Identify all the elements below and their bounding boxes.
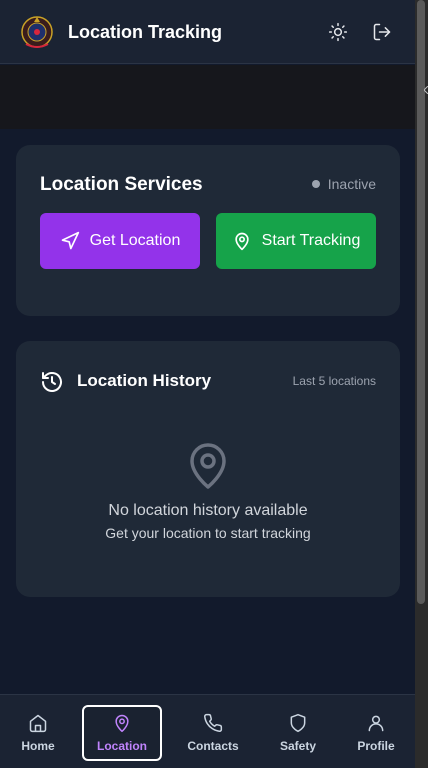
nav-item-home[interactable]: Home <box>0 705 78 761</box>
theme-toggle-button[interactable] <box>326 20 350 44</box>
nav-label-profile: Profile <box>357 739 395 753</box>
start-tracking-label: Start Tracking <box>261 232 361 249</box>
location-services-card: Location Services Inactive Get Location … <box>16 145 400 316</box>
tracking-status: Inactive <box>311 176 376 192</box>
logout-button[interactable] <box>370 20 394 44</box>
nav-item-contacts[interactable]: Contacts <box>173 705 253 761</box>
location-history-card: Location History Last 5 locations No loc… <box>16 341 400 597</box>
nav-label-contacts: Contacts <box>187 739 239 753</box>
location-history-title: Location History <box>77 371 212 390</box>
home-icon <box>29 714 47 733</box>
status-text: Inactive <box>327 176 376 192</box>
map-placeholder-band <box>0 65 415 129</box>
nav-label-location: Location <box>97 739 147 753</box>
history-range-label: Last 5 locations <box>292 374 376 388</box>
chevron-left-icon <box>424 86 428 94</box>
nav-label-home: Home <box>21 739 55 753</box>
map-pin-icon <box>234 232 249 251</box>
bottom-navigation: Home Location Contacts Safety Profile <box>0 694 415 768</box>
map-pin-icon <box>115 714 129 733</box>
sun-icon <box>328 22 348 42</box>
page-title: Location Tracking <box>68 22 223 42</box>
logout-icon <box>373 23 391 41</box>
get-location-label: Get Location <box>89 232 181 249</box>
map-pin-icon <box>190 443 226 489</box>
shield-icon <box>290 713 306 733</box>
navigation-arrow-icon <box>61 231 79 250</box>
location-services-title: Location Services <box>40 174 203 195</box>
top-header: Location Tracking <box>0 0 415 64</box>
phone-icon <box>204 713 223 732</box>
nav-item-profile[interactable]: Profile <box>336 705 415 761</box>
empty-state-title: No location history available <box>108 502 308 519</box>
get-location-button[interactable]: Get Location <box>40 213 200 269</box>
nav-label-safety: Safety <box>279 739 317 753</box>
status-dot <box>311 180 320 188</box>
history-icon <box>42 372 62 392</box>
nav-item-location[interactable]: Location <box>82 705 162 761</box>
empty-state-subtitle: Get your location to start tracking <box>105 525 311 541</box>
nav-item-safety[interactable]: Safety <box>258 705 338 761</box>
app-root: Location Tracking Location Services Inac… <box>0 0 415 768</box>
police-emblem-icon <box>21 16 53 48</box>
user-icon <box>368 715 384 732</box>
start-tracking-button[interactable]: Start Tracking <box>216 213 376 269</box>
